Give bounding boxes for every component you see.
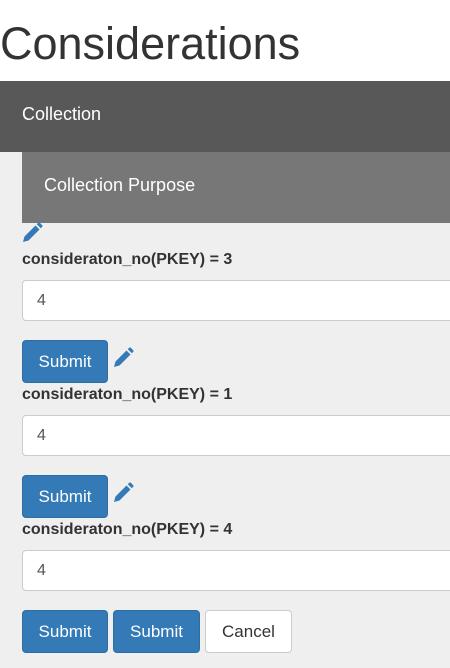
record-label: consideraton_no(PKEY) = 1	[22, 386, 233, 403]
page-title: Considerations	[0, 18, 301, 69]
pencil-icon[interactable]	[112, 347, 134, 369]
record-label: consideraton_no(PKEY) = 4	[22, 521, 233, 538]
submit-button[interactable]: Submit	[22, 340, 108, 383]
collection-purpose-label: Collection Purpose	[44, 175, 196, 195]
collection-header[interactable]: Collection	[0, 81, 450, 152]
value-input[interactable]	[22, 550, 450, 591]
record-label: consideraton_no(PKEY) = 3	[22, 251, 233, 268]
submit-button[interactable]: Submit	[22, 610, 108, 653]
pencil-icon[interactable]	[112, 482, 134, 504]
page: Considerations Collection Collection Pur…	[0, 0, 450, 668]
pencil-icon[interactable]	[21, 222, 43, 244]
submit-all-button[interactable]: Submit	[113, 610, 200, 653]
value-input[interactable]	[22, 415, 450, 456]
submit-button[interactable]: Submit	[22, 475, 108, 518]
collection-purpose-header[interactable]: Collection Purpose	[22, 152, 450, 223]
value-input[interactable]	[22, 280, 450, 321]
cancel-button[interactable]: Cancel	[205, 610, 292, 653]
collection-label: Collection	[22, 104, 102, 124]
